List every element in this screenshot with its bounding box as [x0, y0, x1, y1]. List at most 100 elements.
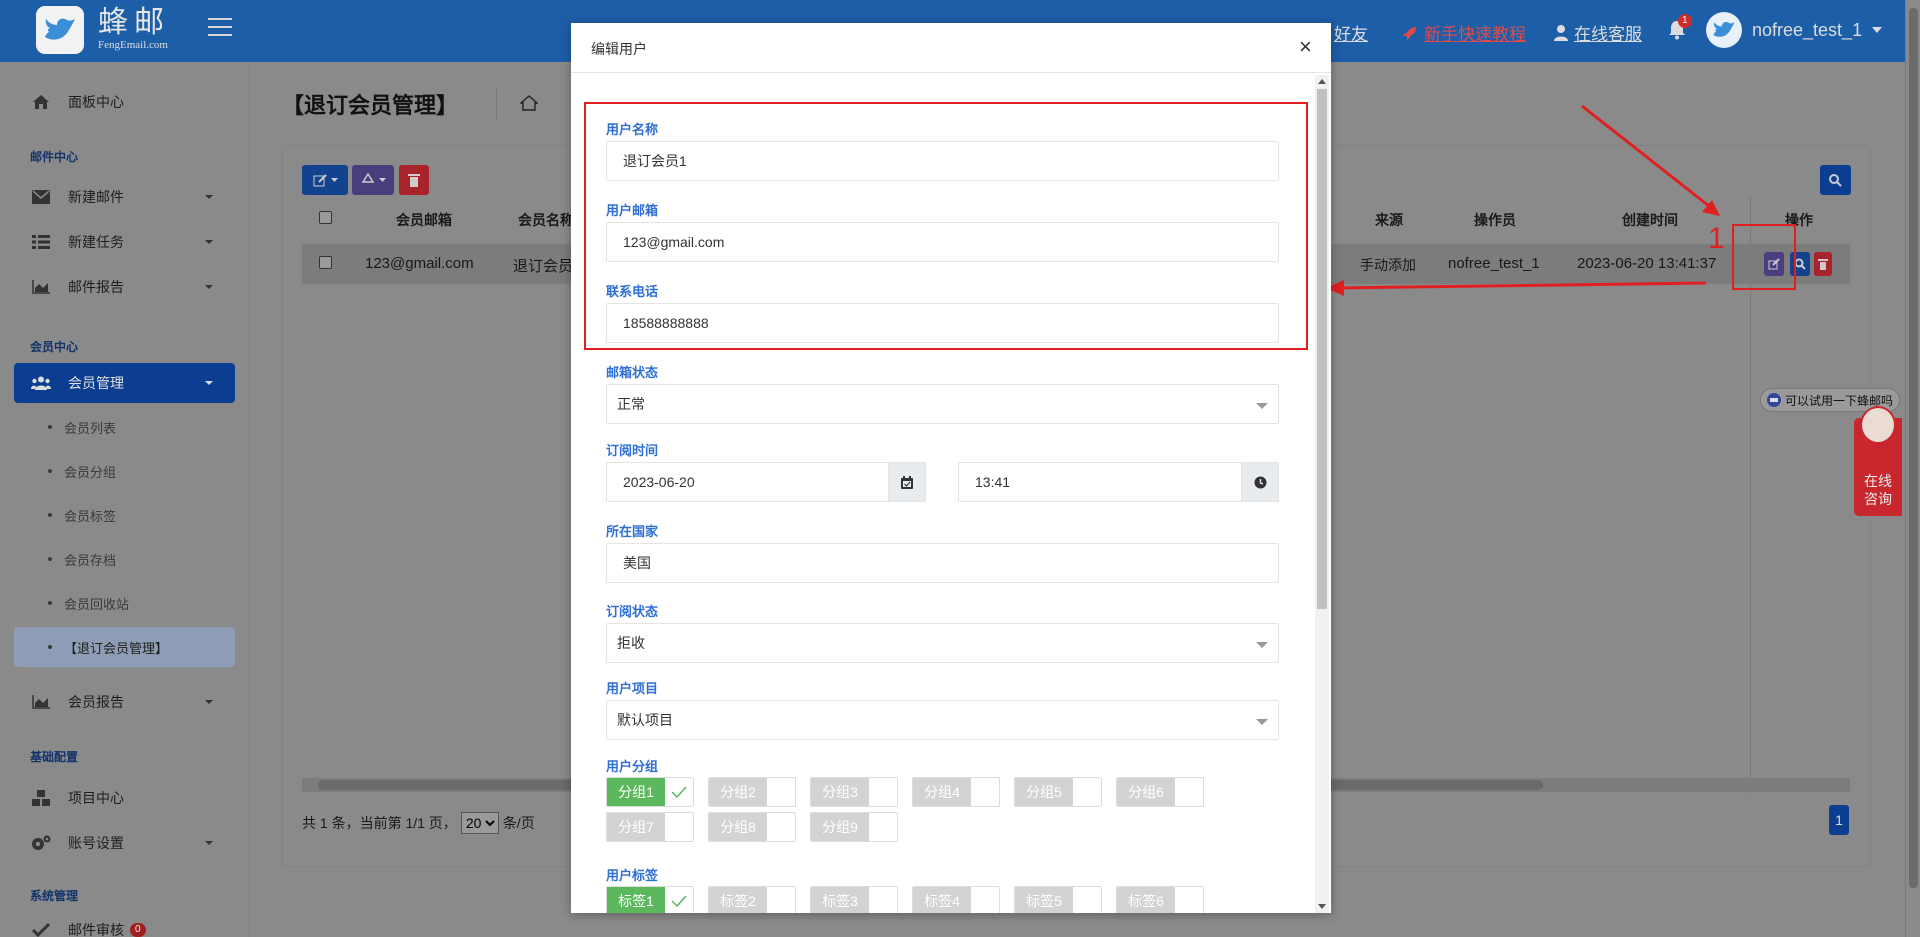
- country-field[interactable]: 美国: [606, 543, 1279, 583]
- chat-icon: [1767, 393, 1781, 407]
- page-number-button[interactable]: 1: [1829, 805, 1849, 835]
- subscribe-date-value: 2023-06-20: [623, 474, 695, 490]
- column-header-name[interactable]: 会员名称: [518, 210, 574, 230]
- sidebar-sub-label: 【退订会员管理】: [64, 640, 169, 656]
- pager-suffix: 条/页: [502, 815, 535, 831]
- group-toggle-7[interactable]: 分组7: [606, 812, 694, 842]
- recycle-icon: [361, 173, 375, 187]
- mail-status-select[interactable]: 正常: [606, 384, 1279, 424]
- sidebar-sub-member-list[interactable]: 会员列表: [14, 409, 235, 445]
- delete-button[interactable]: [399, 165, 429, 195]
- cell-operator: nofree_test_1: [1448, 255, 1540, 272]
- modal-title: 编辑用户: [591, 41, 647, 57]
- logo[interactable]: 蜂邮 FengEmail.com: [36, 6, 170, 54]
- subscribe-date-field[interactable]: 2023-06-20: [606, 462, 926, 502]
- sidebar-item-mail-audit[interactable]: 邮件审核 0: [14, 915, 235, 937]
- sidebar-item-account-settings[interactable]: 账号设置: [14, 823, 235, 863]
- sidebar-sub-member-group[interactable]: 会员分组: [14, 453, 235, 489]
- group-toggle-8[interactable]: 分组8: [708, 812, 796, 842]
- group-toggle-3[interactable]: 分组3: [810, 777, 898, 807]
- sidebar-item-new-task[interactable]: 新建任务: [14, 222, 235, 262]
- username-field[interactable]: 退订会员1: [606, 141, 1279, 181]
- tutorial-link[interactable]: 新手快速教程: [1402, 20, 1526, 45]
- group-toggle-label: 分组6: [1117, 778, 1175, 806]
- caret-down-icon: [1872, 27, 1883, 33]
- tag-toggle-4[interactable]: 标签4: [912, 886, 1000, 913]
- tag-toggle-label: 标签1: [607, 887, 665, 913]
- sidebar-item-label: 新建任务: [68, 234, 124, 250]
- group-toggle-label: 分组1: [607, 778, 665, 806]
- recycle-dropdown-button[interactable]: [352, 165, 394, 195]
- subscribe-status-select[interactable]: 拒收: [606, 623, 1279, 663]
- group-toggle-1[interactable]: 分组1: [606, 777, 694, 807]
- caret-down-icon: [330, 178, 338, 182]
- sidebar-sub-member-archive[interactable]: 会员存档: [14, 541, 235, 577]
- sidebar-sub-member-recycle[interactable]: 会员回收站: [14, 585, 235, 621]
- rocket-icon: [1402, 25, 1418, 41]
- row-delete-button[interactable]: [1814, 252, 1832, 276]
- caret-down-icon: [378, 178, 386, 182]
- clock-icon[interactable]: [1241, 462, 1279, 502]
- group-label: 用户分组: [606, 759, 659, 774]
- subscribe-time-field[interactable]: 13:41: [958, 462, 1279, 502]
- tag-toggle-label: 标签2: [709, 887, 767, 913]
- email-field[interactable]: 123@gmail.com: [606, 222, 1279, 262]
- sidebar-item-member-report[interactable]: 会员报告: [14, 682, 235, 722]
- column-header-email[interactable]: 会员邮箱: [396, 210, 452, 230]
- sidebar-item-mail-report[interactable]: 邮件报告: [14, 267, 235, 307]
- search-button[interactable]: [1820, 165, 1851, 195]
- project-label: 用户项目: [606, 681, 659, 696]
- subscribe-time-label: 订阅时间: [606, 443, 659, 458]
- group-toggle-9[interactable]: 分组9: [810, 812, 898, 842]
- subscribe-status-value: 拒收: [617, 635, 645, 651]
- column-header-source[interactable]: 来源: [1375, 210, 1403, 230]
- mail-status-value: 正常: [617, 396, 645, 412]
- notification-bell[interactable]: 1: [1668, 14, 1692, 40]
- tag-toggle-3[interactable]: 标签3: [810, 886, 898, 913]
- user-menu[interactable]: nofree_test_1: [1706, 12, 1883, 48]
- sidebar-item-project-center[interactable]: 项目中心: [14, 778, 235, 818]
- avatar: [1706, 12, 1742, 48]
- tag-toggle-2[interactable]: 标签2: [708, 886, 796, 913]
- tag-toggle-label: 标签4: [913, 887, 971, 913]
- group-toggle-4[interactable]: 分组4: [912, 777, 1000, 807]
- close-icon[interactable]: ×: [1299, 36, 1312, 58]
- menu-toggle-icon[interactable]: [208, 18, 232, 40]
- project-select[interactable]: 默认项目: [606, 700, 1279, 740]
- modal-scrollbar[interactable]: [1315, 75, 1329, 913]
- chevron-down-icon: [1256, 719, 1268, 725]
- group-toggle-5[interactable]: 分组5: [1014, 777, 1102, 807]
- breadcrumb-home-icon[interactable]: [520, 95, 538, 111]
- tag-toggle-5[interactable]: 标签5: [1014, 886, 1102, 913]
- page-size-select[interactable]: 20: [460, 812, 499, 834]
- row-checkbox[interactable]: [319, 256, 332, 269]
- notification-badge: 1: [1678, 14, 1692, 28]
- email-label: 用户邮箱: [606, 203, 659, 218]
- phone-field[interactable]: 18588888888: [606, 303, 1279, 343]
- sidebar-sub-unsubscribe-manage[interactable]: 【退订会员管理】: [14, 627, 235, 667]
- group-toggle-label: 分组9: [811, 813, 869, 841]
- tag-toggle-1[interactable]: 标签1: [606, 886, 694, 913]
- pager-info: 共 1 条，当前第 1/1 页， 20 条/页: [302, 812, 535, 834]
- check-icon: [665, 778, 693, 806]
- column-header-created[interactable]: 创建时间: [1622, 210, 1678, 230]
- group-toggle-2[interactable]: 分组2: [708, 777, 796, 807]
- search-icon: [1829, 173, 1842, 187]
- online-consult-button[interactable]: 在线 咨询: [1854, 406, 1902, 516]
- sidebar-item-member-manage[interactable]: 会员管理: [14, 363, 235, 403]
- project-value: 默认项目: [617, 712, 673, 728]
- sidebar-sub-member-tag[interactable]: 会员标签: [14, 497, 235, 533]
- online-support-link[interactable]: 在线客服: [1554, 20, 1642, 45]
- sidebar-item-new-mail[interactable]: 新建邮件: [14, 177, 235, 217]
- edit-dropdown-button[interactable]: [302, 165, 348, 195]
- invite-friends-link[interactable]: 好友: [1334, 20, 1368, 45]
- tag-toggle-6[interactable]: 标签6: [1116, 886, 1204, 913]
- calendar-icon[interactable]: [888, 462, 926, 502]
- page-vertical-scrollbar[interactable]: [1905, 0, 1920, 937]
- gears-icon: [30, 835, 52, 851]
- column-header-operator[interactable]: 操作员: [1474, 210, 1516, 230]
- pager-prefix: 共 1 条，当前第 1/1 页，: [302, 815, 457, 831]
- group-toggle-6[interactable]: 分组6: [1116, 777, 1204, 807]
- select-all-checkbox[interactable]: [319, 211, 332, 224]
- sidebar-item-dashboard[interactable]: 面板中心: [14, 82, 235, 122]
